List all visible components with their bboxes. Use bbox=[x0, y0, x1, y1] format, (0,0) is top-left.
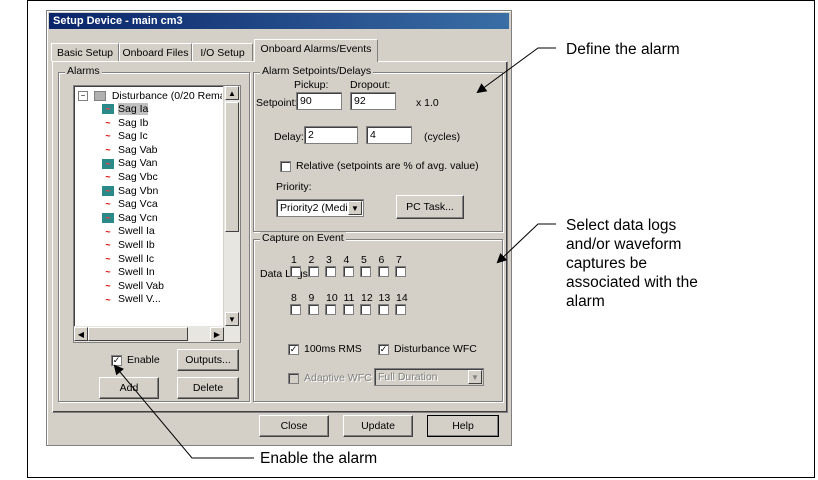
select-arrow bbox=[496, 223, 556, 264]
enable-arrow bbox=[113, 364, 254, 459]
define-arrow bbox=[476, 47, 556, 94]
annotation-lines bbox=[113, 47, 556, 459]
tab-onboard-alarms-events[interactable]: Onboard Alarms/Events bbox=[254, 39, 378, 62]
